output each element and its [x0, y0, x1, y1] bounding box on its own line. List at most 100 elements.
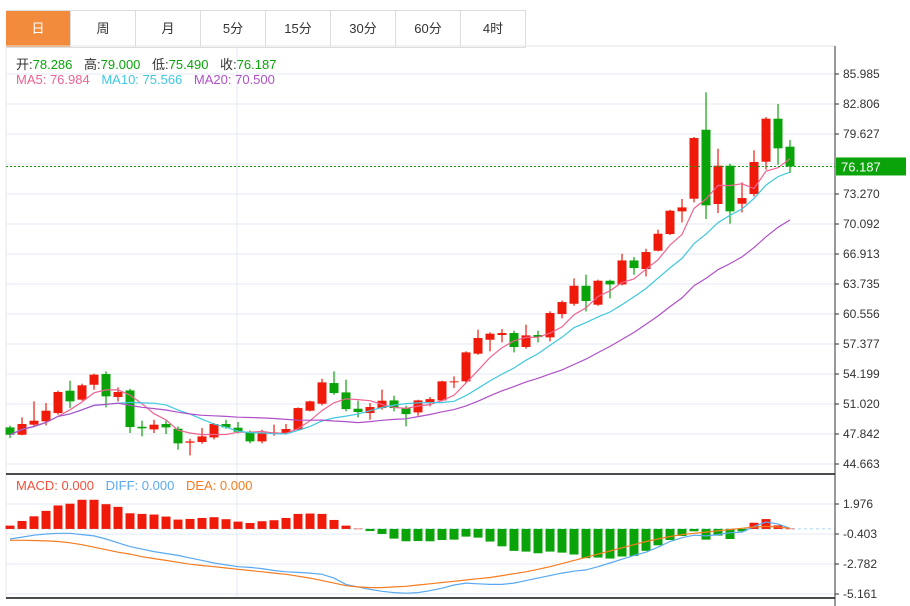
ma-legend: MA5: 76.984 MA10: 75.566 MA20: 70.500: [16, 72, 283, 87]
macd-bar: [341, 525, 351, 529]
y-tick-label: 47.842: [843, 427, 880, 441]
candle-body: [617, 260, 627, 285]
macd-y-tick-label: 1.976: [843, 497, 873, 511]
candle: [485, 332, 495, 352]
macd-bar: [173, 519, 183, 529]
candle-body: [593, 280, 603, 305]
dea-legend-value: DEA: 0.000: [185, 478, 253, 493]
candle-body: [329, 383, 339, 394]
candles: [5, 92, 795, 456]
current-price-label: 76.187: [841, 159, 881, 174]
macd-legend: MACD: 0.000 DIFF: 0.000 DEA: 0.000: [16, 478, 260, 493]
candle: [29, 401, 39, 427]
candle: [629, 257, 639, 275]
candle-body: [65, 390, 75, 402]
candle: [305, 400, 315, 412]
macd-bar: [29, 516, 39, 529]
candle: [557, 300, 567, 319]
candle: [617, 253, 627, 286]
candle-body: [305, 401, 315, 411]
open-label: 开:: [16, 57, 33, 72]
macd-bar: [545, 528, 555, 552]
macd-bar: [449, 528, 459, 540]
candle-body: [461, 352, 471, 382]
macd-bar: [365, 528, 375, 532]
candle-body: [581, 285, 591, 302]
ma5-line: [9, 158, 791, 436]
macd-bar: [581, 528, 591, 559]
candle-body: [569, 285, 579, 304]
candle: [329, 371, 339, 395]
candle-body: [785, 146, 795, 167]
candle-body: [185, 441, 195, 443]
macd-bar: [233, 521, 243, 529]
macd-bar: [689, 528, 699, 532]
candle: [713, 148, 723, 214]
ma10-legend: MA10: 75.566: [101, 72, 183, 87]
candle-body: [449, 381, 459, 383]
macd-bar: [257, 521, 267, 529]
macd-bar: [269, 520, 279, 529]
candle: [509, 330, 519, 353]
candle-body: [353, 408, 363, 413]
candle: [449, 376, 459, 389]
candle: [5, 425, 15, 439]
macd-bar: [149, 514, 159, 529]
candle: [461, 351, 471, 383]
macd-bar: [125, 513, 135, 529]
macd-y-tick-label: -0.403: [843, 527, 877, 541]
macd-bar: [305, 513, 315, 529]
macd-bar: [401, 528, 411, 542]
macd-y-tick-label: -2.782: [843, 557, 877, 571]
candle-body: [737, 198, 747, 204]
candle: [341, 379, 351, 412]
candle-body: [773, 118, 783, 149]
candle-body: [149, 424, 159, 430]
macd-bar: [509, 528, 519, 551]
y-tick-label: 70.092: [843, 217, 880, 231]
candle: [749, 150, 759, 197]
macd-bar: [293, 513, 303, 529]
candle-body: [197, 436, 207, 443]
macd-bar: [161, 516, 171, 529]
ohlc-legend: 开:78.286 高:79.000 低:75.490 收:76.187: [16, 54, 284, 73]
macd-bar: [221, 519, 231, 529]
candle: [761, 116, 771, 170]
candle-body: [209, 424, 219, 438]
close-label: 收:: [220, 57, 237, 72]
candle: [389, 395, 399, 412]
y-tick-label: 66.913: [843, 247, 880, 261]
macd-bar: [629, 528, 639, 556]
macd-bar: [53, 505, 63, 529]
candle-body: [77, 385, 87, 400]
y-tick-label: 73.270: [843, 187, 880, 201]
macd-bar: [209, 517, 219, 529]
candle-body: [29, 420, 39, 425]
macd-bar: [665, 528, 675, 541]
candle-body: [245, 432, 255, 442]
y-tick-label: 63.735: [843, 277, 880, 291]
kline-chart[interactable]: 85.985 82.806 79.627 73.270 70.092 66.913 63.7…: [0, 0, 910, 606]
candle-body: [341, 392, 351, 410]
y-tick-label: 82.806: [843, 97, 880, 111]
macd-bar: [281, 517, 291, 529]
candle-body: [41, 410, 51, 422]
candle: [317, 378, 327, 406]
macd-bar: [5, 525, 15, 529]
macd-bar: [425, 528, 435, 542]
ma-lines: [9, 158, 791, 436]
candle: [53, 390, 63, 415]
candle-body: [677, 207, 687, 212]
ma5-legend: MA5: 76.984: [16, 72, 90, 87]
y-tick-label: 51.020: [843, 397, 880, 411]
macd-bar: [473, 528, 483, 538]
candle: [773, 103, 783, 165]
candle: [593, 279, 603, 306]
macd-bar: [653, 528, 663, 546]
candle-body: [689, 138, 699, 199]
candle: [581, 274, 591, 312]
macd-bar: [485, 528, 495, 542]
candle: [89, 373, 99, 390]
candle-body: [101, 373, 111, 397]
candle: [521, 324, 531, 349]
